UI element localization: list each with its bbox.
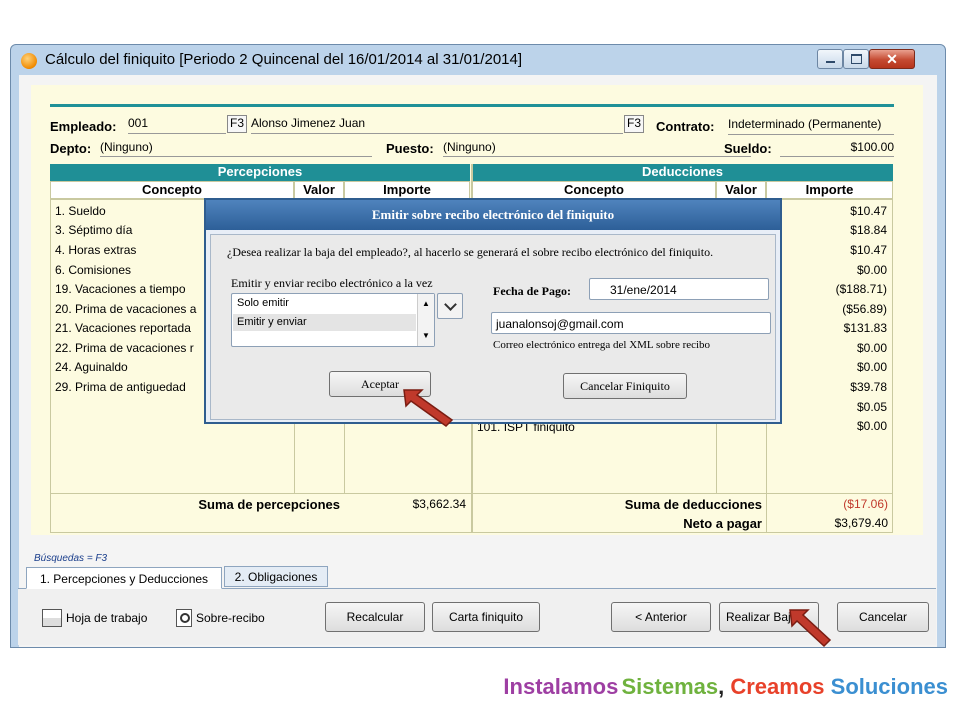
neto-label: Neto a pagar [683, 516, 762, 531]
empleado-id-field[interactable]: 001 [128, 116, 226, 134]
header-divider [50, 104, 894, 107]
dialog-body: ¿Desea realizar la baja del empleado?, a… [210, 234, 776, 420]
scroll-down-icon[interactable]: ▼ [422, 331, 430, 340]
puesto-label: Puesto: [386, 141, 434, 156]
perc-col-valor: Valor [294, 181, 344, 199]
emitir-listbox[interactable]: Solo emitir Emitir y enviar ▲ ▼ [231, 293, 435, 347]
fecha-pago-input[interactable]: 31/ene/2014 [589, 278, 769, 300]
sueldo-label: Sueldo: [724, 141, 772, 156]
sobre-recibo-label: Sobre-recibo [196, 611, 265, 625]
perc-row[interactable]: 6. Comisiones [55, 263, 131, 277]
suma-percepciones-value: $3,662.34 [412, 497, 466, 511]
ded-importe: $0.00 [856, 360, 887, 374]
ded-importe: $18.84 [850, 223, 887, 237]
contrato-field[interactable]: Indeterminado (Permanente) [728, 117, 894, 135]
ded-importe: $0.00 [856, 341, 887, 355]
carta-finiquito-button[interactable]: Carta finiquito [432, 602, 540, 632]
contrato-label: Contrato: [656, 119, 715, 134]
totals-divider [50, 493, 893, 494]
perc-col-concepto: Concepto [50, 181, 294, 199]
slogan-comma: , [718, 674, 725, 699]
suma-deducciones-value: ($17.06) [843, 497, 888, 511]
cancelar-finiquito-button[interactable]: Cancelar Finiquito [563, 373, 687, 399]
perc-row[interactable]: 24. Aguinaldo [55, 360, 128, 374]
pointer-arrow-icon [789, 609, 832, 648]
hoja-trabajo-button[interactable]: Hoja de trabajo [42, 609, 147, 627]
perc-row[interactable]: 4. Horas extras [55, 243, 136, 257]
cancelar-button[interactable]: Cancelar [837, 602, 929, 632]
tab-percepciones[interactable]: 1. Percepciones y Deducciones [26, 567, 222, 589]
ded-importe: $0.00 [856, 419, 887, 433]
ded-importe: ($56.89) [842, 302, 887, 316]
ded-importe: ($188.71) [835, 282, 887, 296]
sobre-recibo-button[interactable]: Sobre-recibo [176, 609, 265, 627]
perc-row[interactable]: 19. Vacaciones a tiempo [55, 282, 186, 296]
recalcular-button[interactable]: Recalcular [325, 602, 425, 632]
empleado-f3-button[interactable]: F3 [227, 115, 247, 133]
hoja-trabajo-label: Hoja de trabajo [66, 611, 148, 625]
nombre-f3-button[interactable]: F3 [624, 115, 644, 133]
empleado-label: Empleado: [50, 119, 117, 134]
emitir-dropdown-button[interactable] [437, 293, 463, 319]
pointer-arrow-icon [403, 389, 454, 427]
ded-col-importe: Importe [766, 181, 893, 199]
dialog-title: Emitir sobre recibo electrónico del fini… [206, 200, 780, 230]
slogan-word: Sistemas [621, 674, 719, 699]
ded-col-valor: Valor [716, 181, 766, 199]
sueldo-field[interactable]: $100.00 [780, 140, 894, 157]
emitir-label: Emitir y enviar recibo electrónico a la … [231, 276, 433, 290]
emitir-dialog: Emitir sobre recibo electrónico del fini… [204, 198, 782, 424]
email-caption: Correo electrónico entrega del XML sobre… [493, 339, 711, 351]
perc-row[interactable]: 3. Séptimo día [55, 223, 132, 237]
close-button[interactable]: ✕ [869, 49, 915, 69]
title-bar: Cálculo del finiquito [Periodo 2 Quincen… [11, 45, 945, 75]
chevron-down-icon [443, 297, 457, 311]
ded-importe: $39.78 [850, 380, 887, 394]
depto-label: Depto: [50, 141, 92, 156]
suma-deducciones-label: Suma de deducciones [624, 497, 762, 512]
fecha-pago-label: Fecha de Pago: [493, 284, 571, 298]
perc-col-importe: Importe [344, 181, 470, 199]
percepciones-header: Percepciones [50, 164, 470, 181]
maximize-button[interactable] [843, 49, 869, 69]
slogan: Instalamos Sistemas, Creamos Soluciones [503, 674, 948, 700]
perc-row[interactable]: 1. Sueldo [55, 204, 106, 218]
busquedas-hint: Búsquedas = F3 [34, 553, 108, 564]
email-input[interactable]: juanalonsoj@gmail.com [491, 312, 771, 334]
perc-row[interactable]: 29. Prima de antiguedad [55, 380, 186, 394]
minimize-button[interactable] [817, 49, 843, 69]
ded-importe: $10.47 [850, 243, 887, 257]
perc-row[interactable]: 21. Vacaciones reportada [55, 321, 191, 335]
window-title: Cálculo del finiquito [Periodo 2 Quincen… [45, 51, 523, 68]
depto-field[interactable]: (Ninguno) [100, 140, 372, 157]
ded-importe: $10.47 [850, 204, 887, 218]
slogan-word: Creamos [730, 674, 825, 699]
ded-importe: $0.05 [856, 400, 887, 414]
perc-row[interactable]: 20. Prima de vacaciones a [55, 302, 196, 316]
puesto-field[interactable]: (Ninguno) [443, 140, 751, 157]
ded-col-concepto: Concepto [472, 181, 716, 199]
empleado-nombre-field[interactable]: Alonso Jimenez Juan [251, 116, 623, 134]
perc-row[interactable]: 22. Prima de vacaciones r [55, 341, 194, 355]
slogan-word: Soluciones [830, 674, 948, 699]
listbox-scrollbar[interactable]: ▲ ▼ [417, 294, 434, 346]
worksheet-icon [42, 609, 62, 627]
suma-percepciones-label: Suma de percepciones [198, 497, 340, 512]
deducciones-header: Deducciones [472, 164, 893, 181]
dialog-question: ¿Desea realizar la baja del empleado?, a… [227, 245, 714, 259]
minimize-icon [825, 61, 835, 63]
anterior-button[interactable]: < Anterior [611, 602, 711, 632]
app-icon [21, 53, 37, 69]
listbox-option[interactable]: Solo emitir [237, 297, 289, 309]
maximize-icon [850, 54, 862, 64]
ded-importe: $131.83 [843, 321, 887, 335]
magnifier-icon [176, 609, 192, 627]
tab-obligaciones[interactable]: 2. Obligaciones [224, 566, 328, 587]
listbox-option[interactable]: Emitir y enviar [237, 316, 307, 328]
scroll-up-icon[interactable]: ▲ [422, 299, 430, 308]
neto-value: $3,679.40 [834, 516, 888, 530]
slogan-word: Instalamos [503, 674, 619, 699]
ded-importe: $0.00 [856, 263, 887, 277]
close-icon: ✕ [886, 50, 898, 67]
